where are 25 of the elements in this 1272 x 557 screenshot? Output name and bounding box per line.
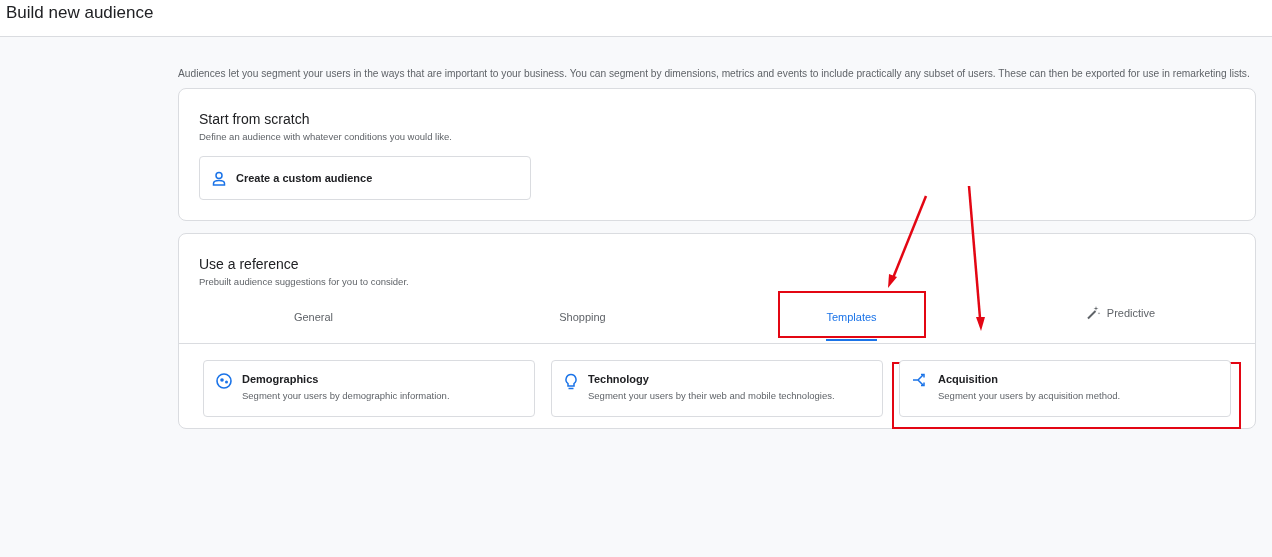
tab[interactable]: General <box>293 291 334 343</box>
page-title: Build new audience <box>6 3 154 22</box>
magic-wand-icon <box>1085 305 1101 320</box>
section-subtitle: Prebuilt audience suggestions for you to consider. <box>199 276 410 287</box>
intro-text: Audiences let you segment your users in the ways that are important to your business. You can segment by dimensions, metrics and events to include practically any subset of users. These can then be exported for use in remarketing lists. <box>178 68 1251 81</box>
section-heading: Start from scratch <box>199 111 310 127</box>
card-description: Segment your users by acquisition method. <box>938 390 1121 401</box>
tab[interactable]: Shopping <box>559 291 606 343</box>
card-description: Segment your users by demographic information. <box>242 390 450 401</box>
template-card[interactable]: Acquisition Segment your users by acquisition method. <box>899 360 1231 417</box>
tab[interactable]: Templates <box>826 291 877 343</box>
globe-people-icon <box>216 373 232 389</box>
section-heading: Use a reference <box>199 256 299 272</box>
split-arrows-icon <box>912 373 928 387</box>
card-title: Technology <box>588 373 650 385</box>
create-audience-button[interactable]: Create a custom audience <box>199 156 531 200</box>
section-subtitle: Define an audience with whatever conditions you would like. <box>199 131 453 142</box>
card-description: Segment your users by their web and mobile technologies. <box>588 390 835 401</box>
card-title: Acquisition <box>938 373 999 385</box>
card-title: Demographics <box>242 373 320 385</box>
template-card[interactable]: Demographics Segment your users by demographic information. <box>203 360 535 417</box>
person-icon <box>212 170 226 186</box>
tab[interactable]: Predictive <box>1085 291 1156 343</box>
template-card[interactable]: Technology Segment your users by their web and mobile technologies. <box>551 360 883 417</box>
lightbulb-icon <box>564 373 578 390</box>
